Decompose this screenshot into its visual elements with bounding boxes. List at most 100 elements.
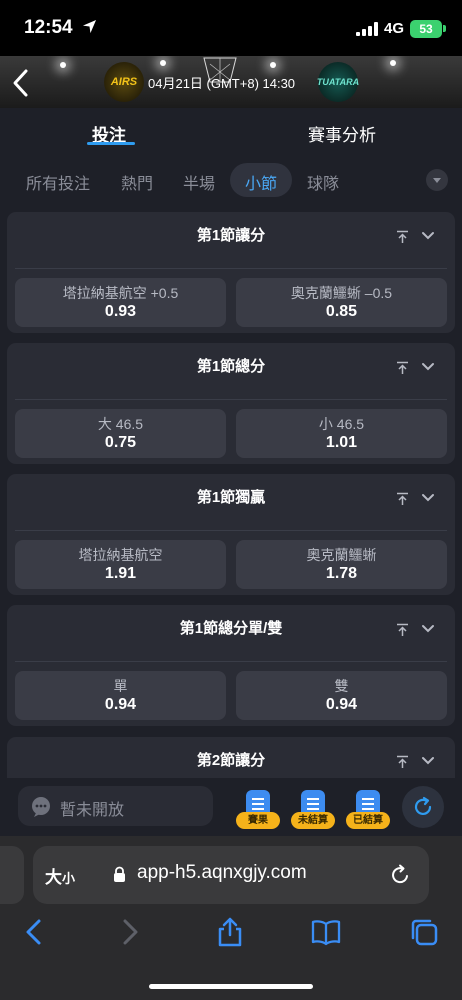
selection-name: 奧克蘭鱷蜥 –0.5 — [290, 285, 393, 301]
chevron-down-icon[interactable] — [421, 624, 435, 634]
forward-icon[interactable] — [114, 916, 146, 948]
arena-light — [160, 60, 166, 66]
more-tabs-button[interactable] — [426, 169, 448, 191]
battery-tip — [443, 25, 446, 32]
caret-down-icon — [433, 178, 441, 183]
market-card: 第1節讓分 塔拉納基航空 +0.5 0.93 奧克蘭鱷蜥 –0.5 0.85 — [7, 212, 455, 333]
status-time: 12:54 — [24, 17, 73, 38]
settled-label: 已結算 — [346, 812, 390, 829]
divider — [15, 399, 447, 400]
odds-value: 0.94 — [325, 696, 358, 713]
odds-button[interactable]: 塔拉納基航空 1.91 — [15, 540, 226, 589]
sub-tab-all[interactable]: 所有投注 — [26, 170, 90, 194]
results-button[interactable]: 賽果 — [236, 790, 280, 830]
market-card: 第1節總分單/雙 單 0.94 雙 0.94 — [7, 605, 455, 726]
odds-value: 0.94 — [104, 696, 137, 713]
selection-name: 單 — [113, 678, 128, 694]
match-header: AIRS 04月21日 (GMT+8) 14:30 TUATARA — [0, 56, 462, 108]
text-size-button[interactable]: 大小 — [45, 863, 75, 888]
chat-bubble-icon — [32, 797, 50, 817]
results-label: 賽果 — [236, 812, 280, 829]
odds-value: 1.78 — [325, 565, 358, 582]
divider — [15, 530, 447, 531]
odds-button[interactable]: 奧克蘭鱷蜥 1.78 — [236, 540, 447, 589]
back-chevron-icon[interactable] — [10, 68, 32, 98]
market-title: 第1節獨贏 — [196, 489, 266, 506]
lock-icon — [114, 866, 125, 882]
unsettled-label: 未結算 — [291, 812, 335, 829]
signal-icon — [356, 22, 378, 36]
sub-tab-popular[interactable]: 熱門 — [121, 170, 153, 194]
arena-light — [390, 60, 396, 66]
odds-button[interactable]: 塔拉納基航空 +0.5 0.93 — [15, 278, 226, 327]
odds-button[interactable]: 雙 0.94 — [236, 671, 447, 720]
odds-button[interactable]: 小 46.5 1.01 — [236, 409, 447, 458]
pin-to-top-icon[interactable] — [396, 492, 409, 506]
back-icon[interactable] — [18, 916, 50, 948]
odds-value: 1.01 — [325, 434, 358, 451]
sub-tab-half[interactable]: 半場 — [183, 170, 215, 194]
bookmarks-icon[interactable] — [310, 916, 342, 948]
chevron-down-icon[interactable] — [421, 231, 435, 241]
status-bar: 12:54 4G 53 — [0, 0, 462, 56]
match-datetime: 04月21日 (GMT+8) 14:30 — [148, 76, 296, 91]
pin-to-top-icon[interactable] — [396, 230, 409, 244]
odds-value: 0.85 — [325, 303, 358, 320]
sub-tab-team[interactable]: 球隊 — [307, 170, 339, 194]
sub-tab-quarter[interactable]: 小節 — [245, 170, 277, 194]
chevron-down-icon[interactable] — [421, 493, 435, 503]
selection-name: 雙 — [334, 678, 349, 694]
selection-name: 大 46.5 — [97, 416, 144, 432]
refresh-icon — [414, 796, 432, 816]
divider — [15, 268, 447, 269]
pin-to-top-icon[interactable] — [396, 623, 409, 637]
bottom-toolbar: 暫未開放 賽果 未結算 已結算 — [0, 778, 462, 836]
address-bar[interactable]: 大小 app-h5.aqnxgjy.com — [33, 846, 429, 904]
odds-button[interactable]: 奧克蘭鱷蜥 –0.5 0.85 — [236, 278, 447, 327]
divider — [15, 661, 447, 662]
main-tabs: 投注 賽事分析 — [0, 108, 462, 158]
unsettled-button[interactable]: 未結算 — [291, 790, 335, 830]
text-size-big: 大 — [45, 868, 62, 887]
active-tab-indicator — [87, 142, 135, 145]
tab-analysis[interactable]: 賽事分析 — [308, 121, 376, 146]
reload-icon[interactable] — [389, 864, 411, 886]
tabs-icon[interactable] — [408, 916, 440, 948]
url-text: app-h5.aqnxgjy.com — [137, 862, 307, 883]
settled-button[interactable]: 已結算 — [346, 790, 390, 830]
network-type: 4G — [384, 20, 405, 37]
pin-to-top-icon[interactable] — [396, 755, 409, 769]
odds-value: 1.91 — [104, 565, 137, 582]
text-size-small: 小 — [62, 871, 76, 886]
chevron-down-icon[interactable] — [421, 362, 435, 372]
odds-button[interactable]: 大 46.5 0.75 — [15, 409, 226, 458]
market-card: 第1節獨贏 塔拉納基航空 1.91 奧克蘭鱷蜥 1.78 — [7, 474, 455, 595]
market-title: 第1節總分 — [196, 358, 266, 375]
home-indicator — [149, 984, 313, 989]
chat-input[interactable]: 暫未開放 — [18, 786, 213, 826]
selection-name: 奧克蘭鱷蜥 — [306, 547, 377, 563]
chat-placeholder: 暫未開放 — [60, 802, 125, 819]
browser-toolbar: 大小 app-h5.aqnxgjy.com — [0, 836, 462, 1000]
market-card: 第1節總分 大 46.5 0.75 小 46.5 1.01 — [7, 343, 455, 464]
previous-tab-preview[interactable] — [0, 846, 24, 904]
share-icon[interactable] — [214, 916, 246, 948]
arena-light — [60, 62, 66, 68]
arena-light — [270, 62, 276, 68]
pin-to-top-icon[interactable] — [396, 361, 409, 375]
away-team-logo: TUATARA — [317, 62, 359, 102]
odds-value: 0.75 — [104, 434, 137, 451]
refresh-button[interactable] — [402, 786, 444, 828]
battery-icon: 53 — [410, 20, 442, 38]
sub-tabs: 所有投注 熱門 半場 小節 球隊 — [0, 160, 462, 200]
selection-name: 塔拉納基航空 — [78, 547, 163, 563]
odds-button[interactable]: 單 0.94 — [15, 671, 226, 720]
home-team-logo: AIRS — [104, 62, 144, 102]
chevron-down-icon[interactable] — [421, 756, 435, 766]
selection-name: 塔拉納基航空 +0.5 — [62, 285, 179, 301]
odds-value: 0.93 — [104, 303, 137, 320]
location-arrow-icon — [82, 19, 97, 34]
market-title: 第1節讓分 — [196, 227, 266, 244]
selection-name: 小 46.5 — [318, 416, 365, 432]
market-title: 第1節總分單/雙 — [179, 620, 283, 637]
